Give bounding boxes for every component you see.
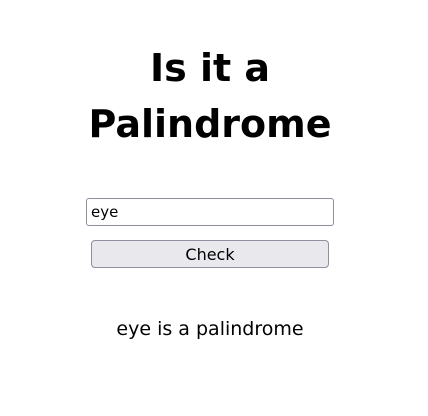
- check-button[interactable]: Check: [91, 240, 329, 268]
- text-input[interactable]: [86, 198, 334, 226]
- page-title-line-2: Palindrome: [88, 102, 332, 146]
- page-title-line-1: Is it a: [149, 46, 271, 90]
- result-text: eye is a palindrome: [116, 318, 304, 340]
- page-title: Is it a Palindrome: [0, 40, 420, 152]
- app-container: Is it a Palindrome Check eye is a palind…: [0, 0, 428, 416]
